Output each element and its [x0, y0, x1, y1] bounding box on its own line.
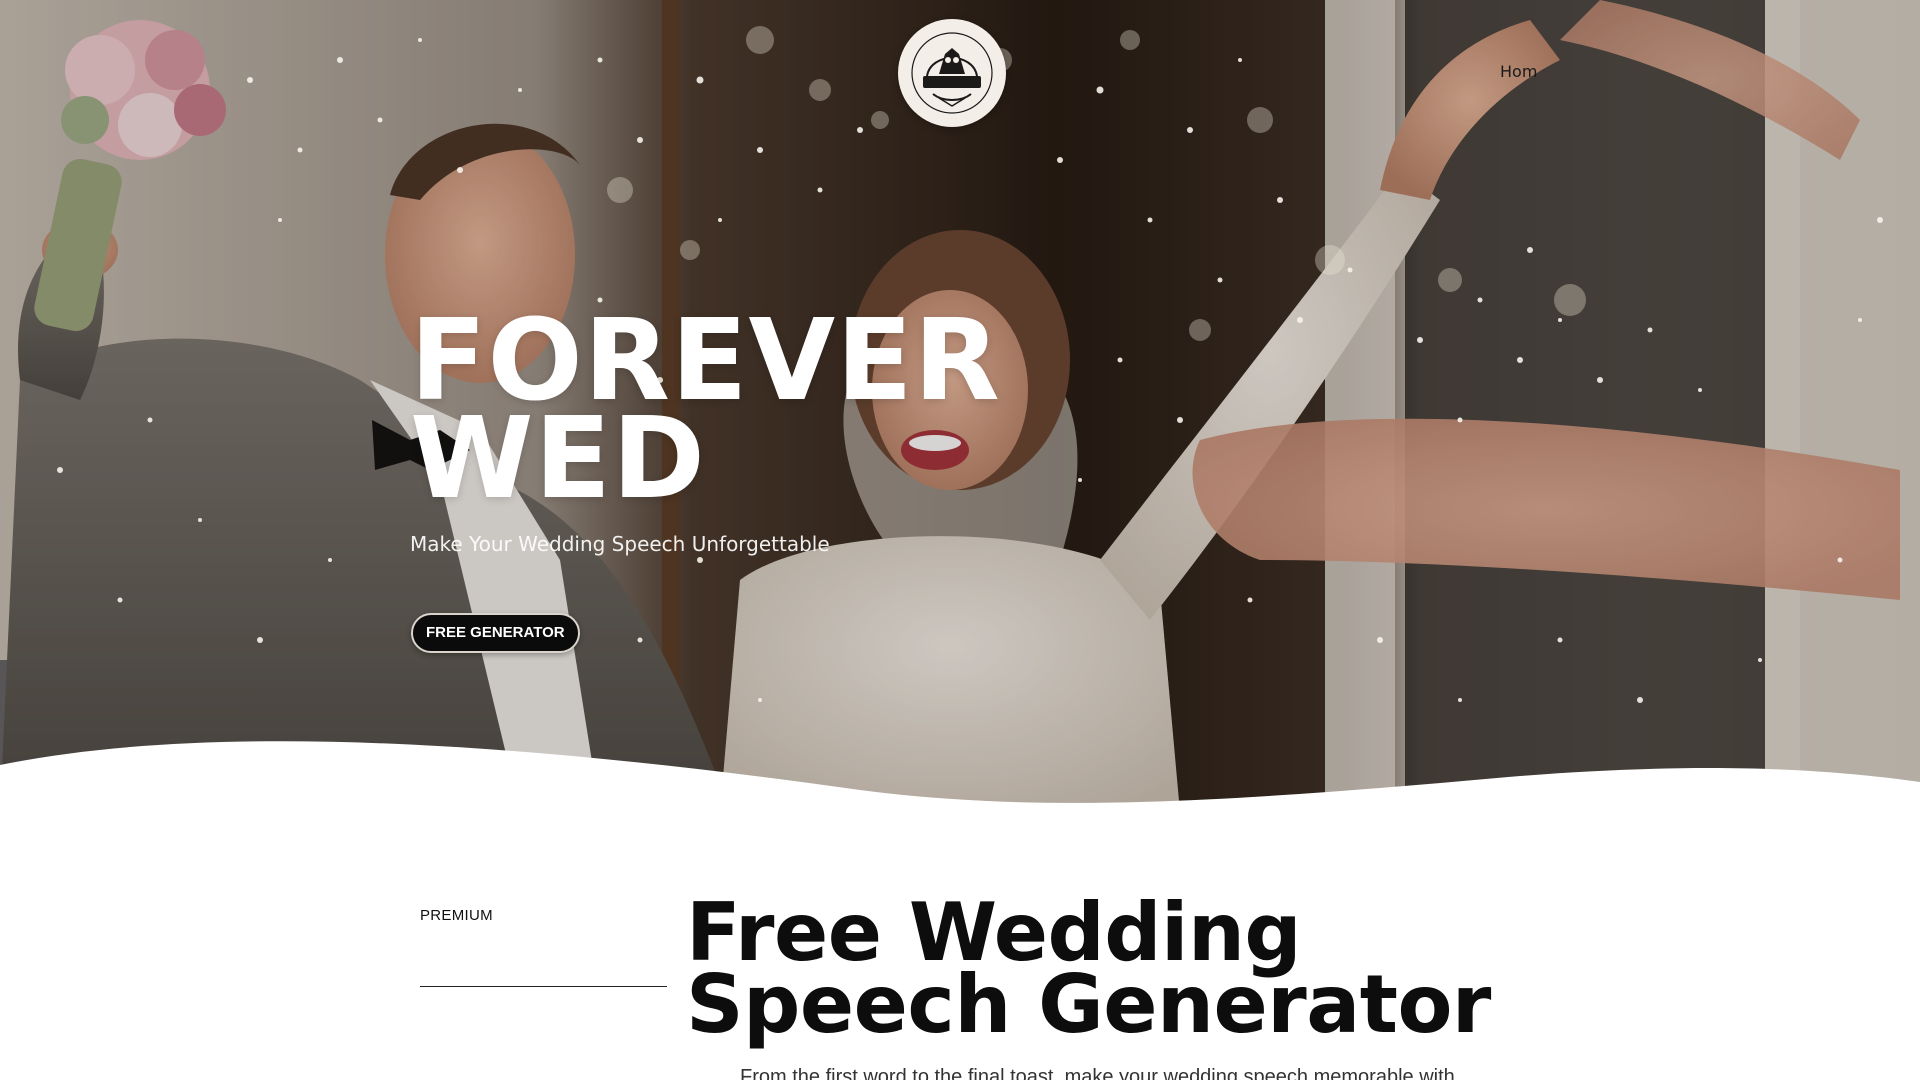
free-generator-button[interactable]: FREE GENERATOR: [411, 613, 580, 653]
logo-emblem-icon: [911, 32, 993, 114]
section-body-text: From the first word to the final toast, …: [740, 1066, 1455, 1080]
nav-home-link[interactable]: Hom: [1500, 62, 1537, 81]
hero-title: FOREVER WED: [410, 305, 1050, 515]
section-title: Free Wedding Speech Generator: [686, 893, 1786, 1051]
hero-section: Hom FOREVER WED Make Your Wedding Speech…: [0, 0, 1920, 812]
section-title-line-2: Speech Generator: [686, 958, 1491, 1051]
section-divider: [420, 986, 667, 987]
hero-tagline: Make Your Wedding Speech Unforgettable: [410, 532, 830, 556]
section-eyebrow: PREMIUM: [420, 907, 493, 924]
page: Hom FOREVER WED Make Your Wedding Speech…: [0, 0, 1920, 1080]
brand-logo[interactable]: [898, 19, 1006, 127]
